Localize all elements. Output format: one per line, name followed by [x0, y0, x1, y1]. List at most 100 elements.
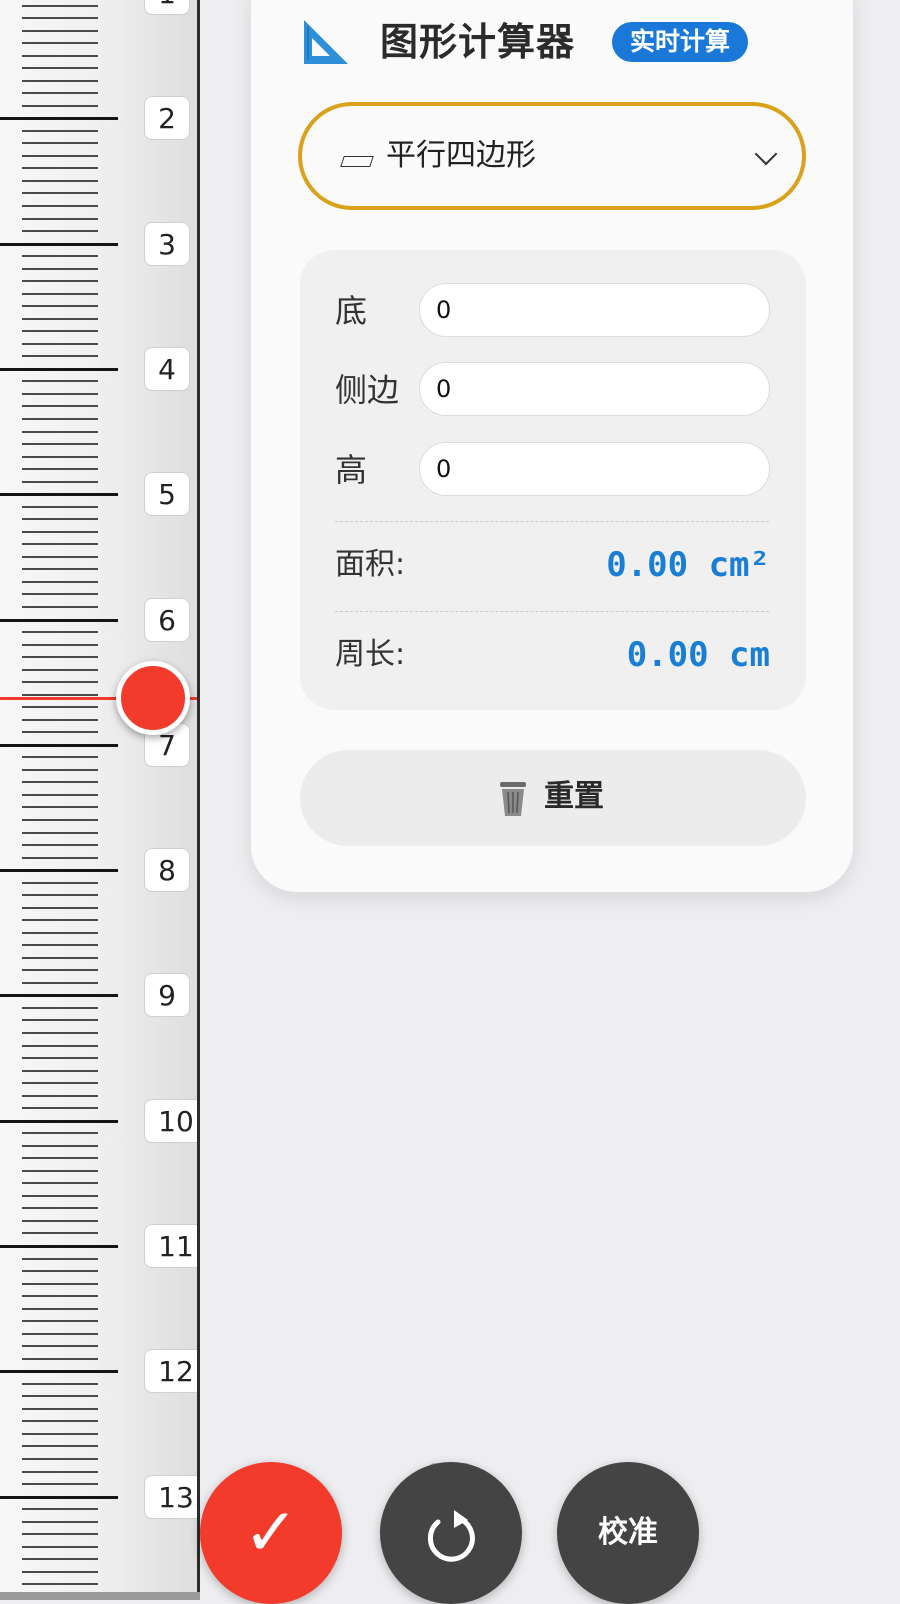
shape-select-value: 平行四边形: [386, 138, 536, 173]
ruler-minor-tick: [22, 1583, 98, 1586]
ruler-minor-tick: [22, 67, 98, 70]
ruler-minor-tick: [22, 781, 98, 784]
ruler-minor-tick: [22, 179, 98, 182]
home-indicator: [0, 1592, 200, 1600]
ruler-minor-tick: [22, 1082, 98, 1085]
ruler-minor-tick: [22, 480, 98, 483]
ruler[interactable]: 12345678910111213: [0, 0, 200, 1600]
ruler-minor-tick: [22, 555, 98, 558]
live-calc-badge: 实时计算: [612, 22, 749, 62]
ruler-minor-tick: [22, 1432, 98, 1435]
ruler-minor-tick: [22, 580, 98, 583]
ruler-minor-tick: [22, 1257, 98, 1260]
base-input[interactable]: [419, 283, 770, 337]
ruler-tick-label: 11: [144, 1224, 197, 1268]
divider: [335, 521, 769, 522]
ruler-minor-tick: [22, 29, 98, 32]
ruler-minor-tick: [22, 668, 98, 671]
ruler-minor-tick: [22, 518, 98, 521]
ruler-minor-tick: [22, 981, 98, 984]
calibrate-button[interactable]: 校准: [557, 1462, 699, 1604]
ruler-major-tick: [0, 117, 118, 121]
ruler-minor-tick: [22, 205, 98, 207]
ruler-major-tick: [0, 367, 118, 371]
reset-button[interactable]: 重置: [300, 750, 806, 846]
divider: [335, 611, 769, 612]
ruler-minor-tick: [22, 1270, 98, 1273]
ruler-minor-tick: [22, 1094, 98, 1097]
ruler-major-tick: [0, 1245, 118, 1248]
ruler-minor-tick: [22, 17, 98, 20]
ruler-minor-tick: [22, 956, 98, 959]
ruler-minor-tick: [22, 1107, 98, 1110]
ruler-minor-tick: [22, 167, 98, 170]
ruler-minor-tick: [22, 844, 98, 847]
ruler-minor-tick: [22, 79, 98, 82]
ruler-minor-tick: [22, 1219, 98, 1222]
ruler-minor-tick: [22, 605, 98, 608]
confirm-button[interactable]: ✓: [200, 1462, 342, 1604]
ruler-minor-tick: [22, 894, 98, 897]
ruler-minor-tick: [22, 380, 98, 383]
height-input[interactable]: [419, 442, 770, 496]
ruler-major-tick: [0, 1119, 118, 1123]
ruler-minor-tick: [22, 631, 98, 634]
ruler-minor-tick: [22, 568, 98, 571]
ruler-minor-tick: [22, 1031, 98, 1034]
ruler-minor-tick: [22, 1295, 98, 1298]
ruler-tick-label: 8: [144, 848, 190, 893]
reset-label: 重置: [544, 779, 604, 814]
ruler-major-tick: [0, 1370, 118, 1374]
ruler-minor-tick: [22, 267, 98, 270]
ruler-minor-tick: [22, 405, 98, 408]
ruler-minor-tick: [22, 643, 98, 646]
area-label: 面积:: [335, 547, 406, 582]
reset-measure-button[interactable]: [380, 1462, 522, 1604]
ruler-major-tick: [0, 743, 118, 747]
ruler-minor-tick: [22, 881, 98, 884]
ruler-tick-label: 12: [144, 1349, 197, 1394]
ruler-major-tick: [0, 493, 118, 497]
ruler-minor-tick: [22, 731, 98, 734]
ruler-minor-tick: [22, 1232, 98, 1235]
ruler-tick-label: 10: [144, 1098, 197, 1143]
ruler-minor-tick: [22, 317, 98, 320]
ruler-minor-tick: [22, 154, 98, 157]
ruler-minor-tick: [22, 1395, 98, 1398]
ruler-tick-label: 1: [144, 0, 190, 15]
ruler-tick-label: 5: [144, 472, 190, 517]
ruler-major-tick: [0, 994, 118, 998]
ruler-minor-tick: [22, 1445, 98, 1448]
ruler-minor-tick: [22, 1407, 98, 1410]
ruler-minor-tick: [22, 944, 98, 947]
ruler-minor-tick: [22, 1458, 98, 1460]
ruler-minor-tick: [22, 1169, 98, 1172]
ruler-minor-tick: [22, 92, 98, 95]
height-label: 高: [335, 451, 368, 489]
ruler-minor-tick: [22, 1282, 98, 1285]
ruler-minor-tick: [22, 969, 98, 972]
ruler-minor-tick: [22, 1345, 98, 1348]
ruler-minor-tick: [22, 255, 98, 258]
ruler-minor-tick: [22, 1320, 98, 1323]
ruler-minor-tick: [22, 418, 98, 421]
side-input[interactable]: [419, 362, 770, 416]
ruler-minor-tick: [22, 718, 98, 721]
shape-select[interactable]: 平行四边形: [298, 102, 806, 210]
ruler-major-tick: [0, 1495, 118, 1499]
ruler-minor-tick: [22, 693, 98, 696]
measurement-handle[interactable]: [116, 661, 190, 735]
ruler-minor-tick: [22, 1483, 98, 1486]
ruler-minor-tick: [22, 543, 98, 546]
ruler-minor-tick: [22, 1508, 98, 1511]
ruler-minor-tick: [22, 1144, 98, 1147]
ruler-minor-tick: [22, 919, 98, 922]
ruler-minor-tick: [22, 656, 98, 659]
ruler-minor-tick: [22, 1533, 98, 1536]
ruler-minor-tick: [22, 1570, 98, 1573]
calibrate-label: 校准: [598, 1515, 658, 1550]
area-value: 0.00 cm²: [606, 545, 770, 585]
ruler-minor-tick: [22, 906, 98, 909]
ruler-minor-tick: [22, 1307, 98, 1310]
ruler-minor-tick: [22, 54, 98, 57]
